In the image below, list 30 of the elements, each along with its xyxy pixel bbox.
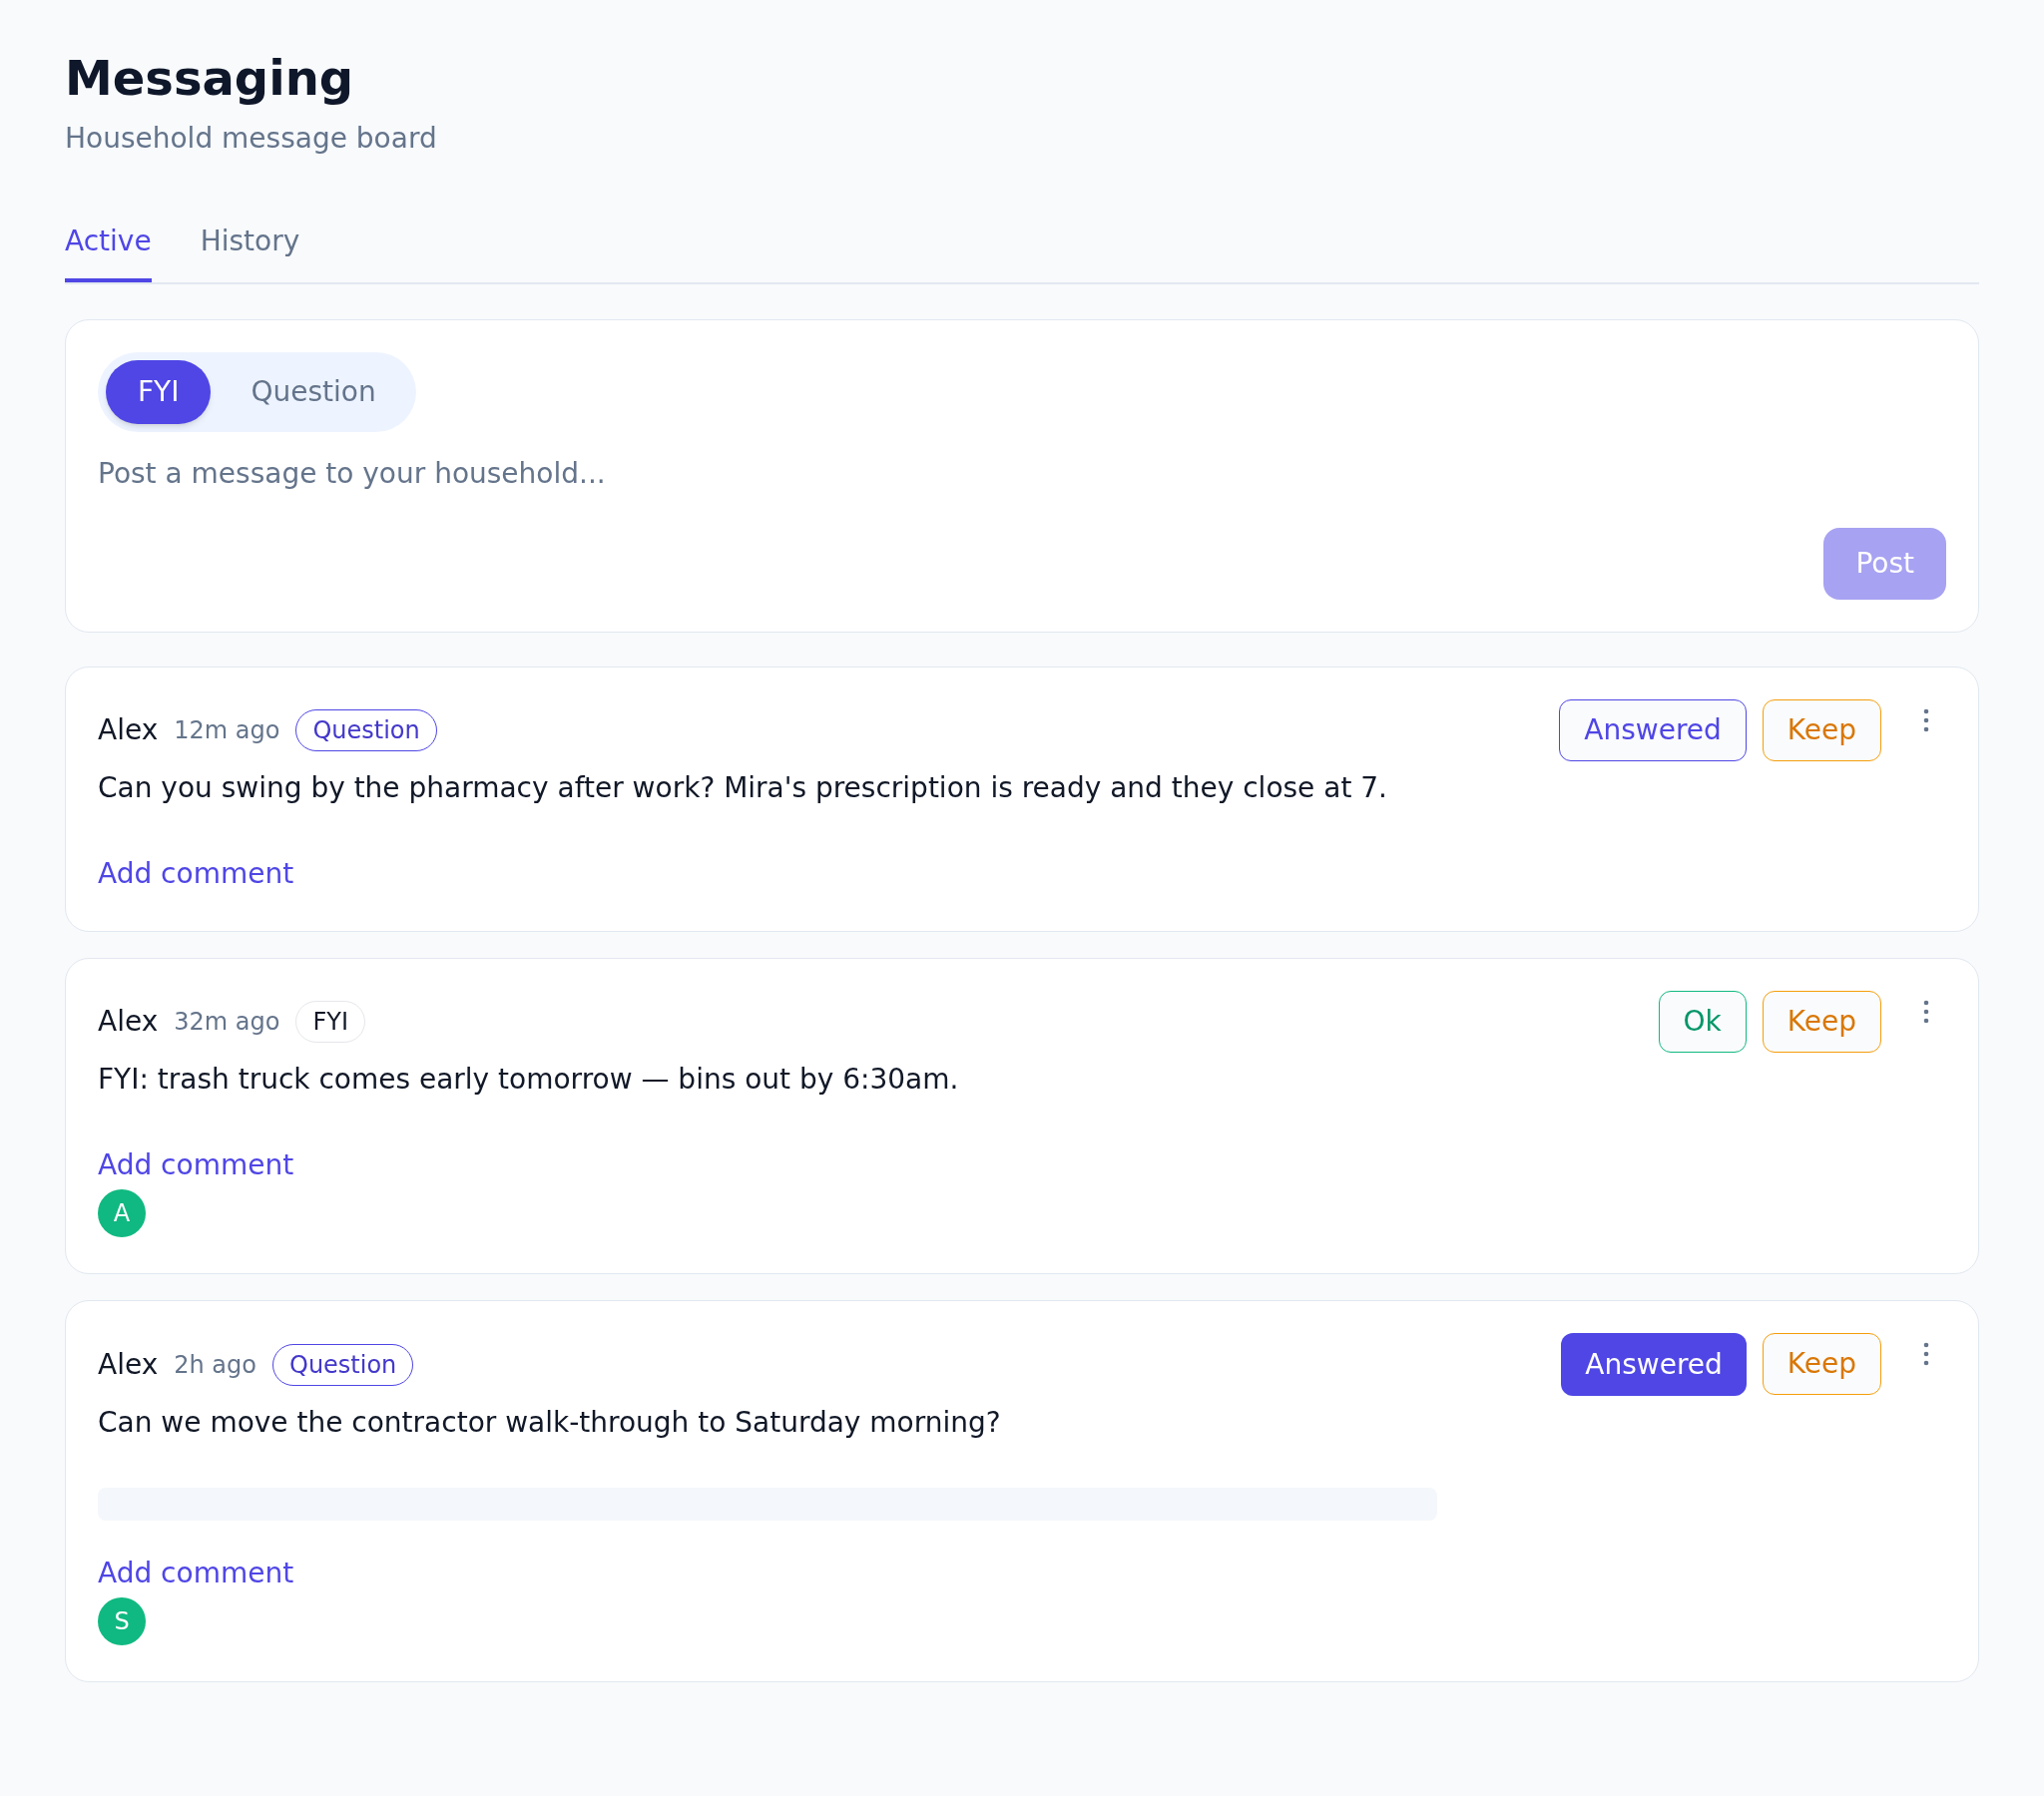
avatar: S [98, 1597, 146, 1645]
timestamp: 2h ago [174, 1349, 256, 1381]
add-comment-link[interactable]: Add comment [98, 1144, 294, 1186]
more-options-icon[interactable] [1923, 1000, 1929, 1024]
author-name: Alex [98, 1004, 159, 1040]
message-text: Can you swing by the pharmacy after work? Mira's prescription is ready and they close at 7. [98, 770, 1388, 806]
tab[interactable]: Active [65, 221, 152, 282]
avatar: A [98, 1189, 146, 1237]
author-name: Alex [98, 1346, 159, 1383]
message-text: Can we move the contractor walk-through to Saturday morning? [98, 1405, 1002, 1441]
message-field[interactable]: Post a message to your household... [98, 453, 1946, 512]
post-type-option[interactable]: FYI [106, 360, 212, 424]
more-options-icon[interactable] [1923, 708, 1929, 732]
add-comment-link[interactable]: Add comment [98, 853, 294, 895]
answered-button[interactable]: Answered [1559, 699, 1747, 761]
keep-button[interactable]: Keep [1762, 991, 1881, 1053]
page-subtitle: Household message board [65, 121, 438, 157]
author-name: Alex [98, 712, 159, 748]
tab[interactable]: History [200, 221, 300, 282]
add-comment-link[interactable]: Add comment [98, 1553, 294, 1594]
timestamp: 12m ago [174, 715, 280, 746]
message-text: FYI: trash truck comes early tomorrow — bins out by 6:30am. [98, 1062, 960, 1098]
post-type-option[interactable]: Question [219, 360, 408, 424]
more-options-icon[interactable] [1923, 1342, 1929, 1366]
ok-button[interactable]: Ok [1658, 991, 1747, 1053]
timestamp: 32m ago [174, 1007, 280, 1038]
keep-button[interactable]: Keep [1762, 1333, 1881, 1395]
keep-button[interactable]: Keep [1762, 699, 1881, 761]
answered-button[interactable]: Answered [1561, 1333, 1747, 1396]
page-title: Messaging [65, 49, 355, 108]
